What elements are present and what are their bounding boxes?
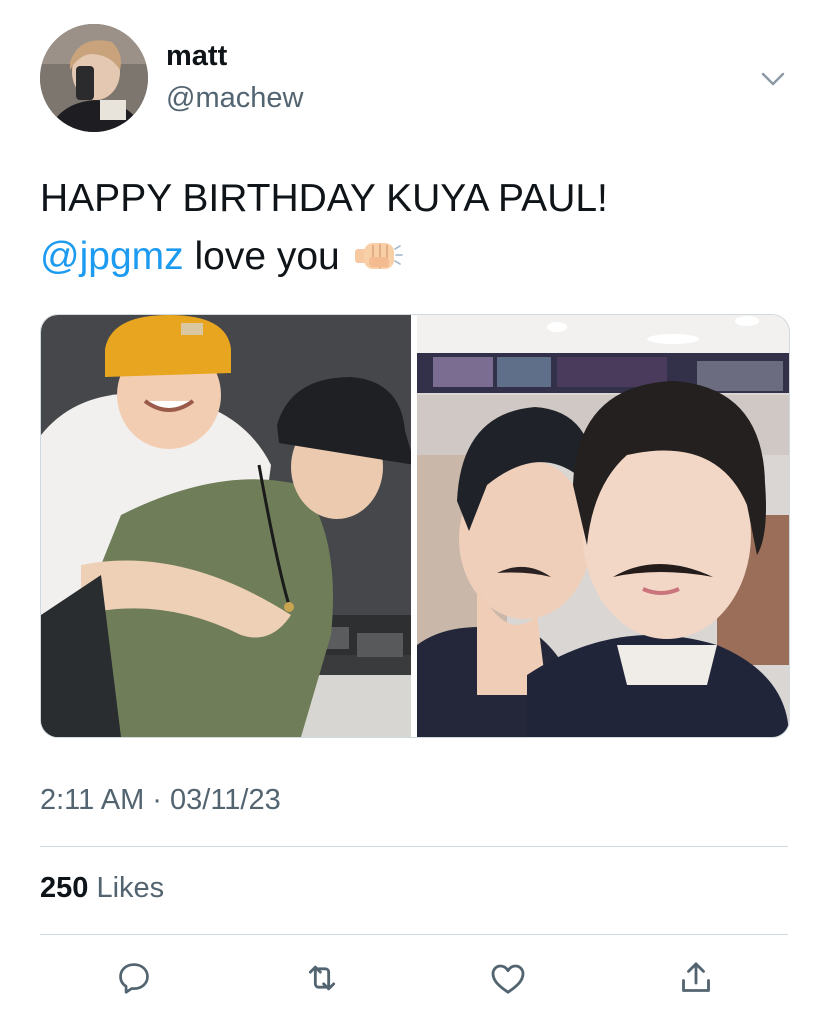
tweet-line-2: @jpgmz love you bbox=[40, 228, 608, 286]
reply-icon[interactable] bbox=[106, 950, 162, 1006]
chevron-down-icon[interactable] bbox=[758, 64, 788, 94]
tweet-line-2-text: love you bbox=[183, 235, 340, 278]
media-grid[interactable] bbox=[40, 314, 790, 738]
avatar[interactable] bbox=[40, 24, 148, 132]
likes-stat[interactable]: 250 Likes bbox=[40, 872, 164, 905]
action-bar bbox=[40, 950, 788, 1006]
retweet-icon[interactable] bbox=[294, 950, 350, 1006]
divider bbox=[40, 846, 788, 847]
photo-left[interactable] bbox=[41, 315, 415, 737]
tweet-text: HAPPY BIRTHDAY KUYA PAUL! @jpgmz love yo… bbox=[40, 170, 608, 286]
divider bbox=[40, 934, 788, 935]
tweet-timestamp[interactable]: 2:11 AM · 03/11/23 bbox=[40, 784, 281, 817]
author-handle[interactable]: @machew bbox=[166, 82, 303, 115]
fist-bump-emoji-icon bbox=[351, 234, 403, 274]
mention-link[interactable]: @jpgmz bbox=[40, 235, 184, 278]
photo-right[interactable] bbox=[417, 315, 789, 737]
likes-count: 250 bbox=[40, 872, 89, 904]
author-name[interactable]: matt bbox=[166, 40, 227, 73]
like-icon[interactable] bbox=[480, 950, 536, 1006]
tweet-header: matt @machew bbox=[40, 24, 792, 134]
likes-label: Likes bbox=[88, 872, 165, 904]
tweet-line-1: HAPPY BIRTHDAY KUYA PAUL! bbox=[40, 177, 608, 220]
share-icon[interactable] bbox=[668, 950, 724, 1006]
